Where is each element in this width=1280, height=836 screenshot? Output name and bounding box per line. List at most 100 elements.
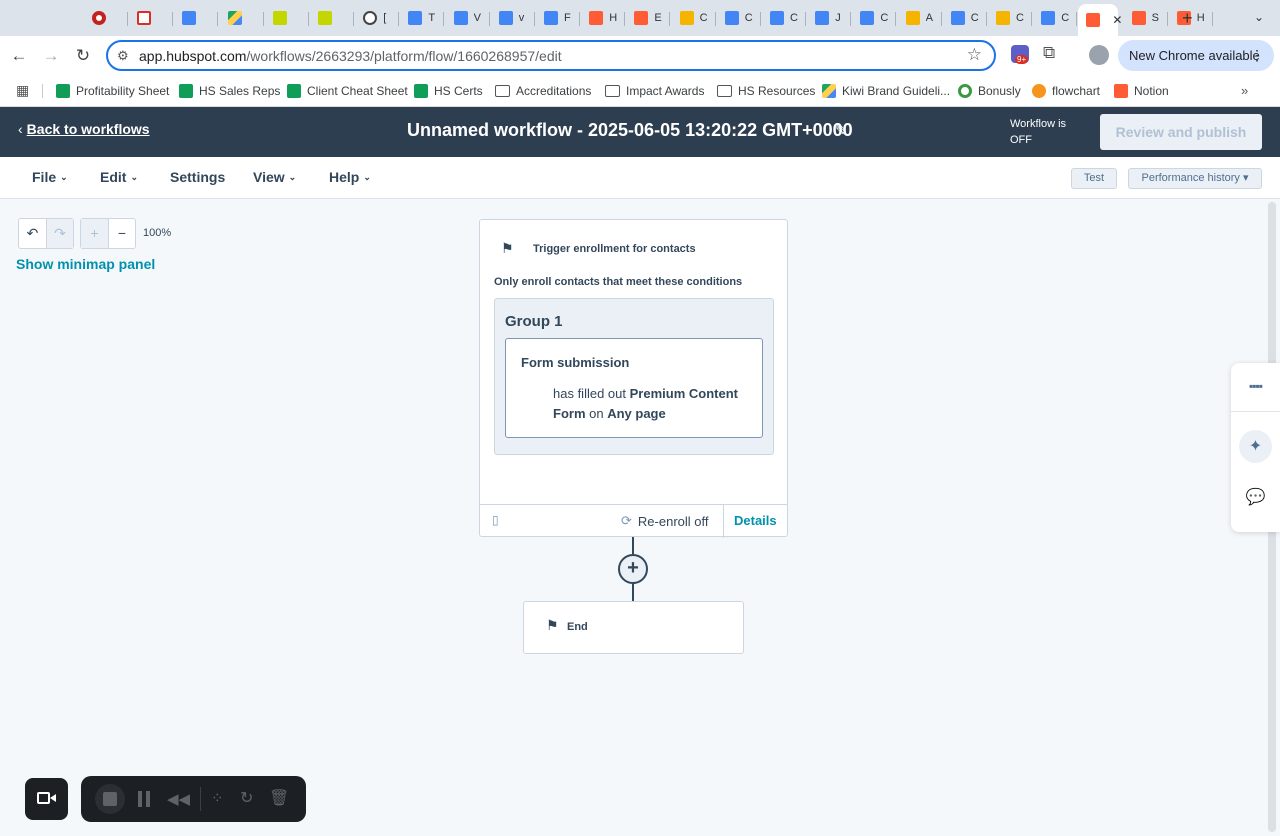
browser-tab[interactable]: S [1124, 6, 1168, 30]
menu-settings[interactable]: Settings [170, 169, 225, 185]
review-and-publish-button[interactable]: Review and publish [1100, 114, 1262, 150]
browser-tab[interactable]: v [491, 6, 535, 30]
rewind-icon[interactable]: ◀◀ [167, 790, 190, 808]
details-link[interactable]: Details [734, 513, 777, 528]
browser-tab[interactable]: F [536, 6, 580, 30]
zoom-in-icon[interactable]: + [81, 219, 108, 248]
undo-icon[interactable]: ↶ [19, 219, 46, 248]
browser-tab[interactable]: C [943, 6, 987, 30]
browser-tab-strip: [T Vv F H E C C C J C A C C C U✕ S H + ⌄ [0, 0, 1280, 36]
menu-file[interactable]: File ⌄ [32, 169, 68, 185]
sheets-icon [287, 84, 301, 98]
slides-icon [905, 11, 920, 25]
stop-button[interactable] [95, 784, 125, 814]
browser-tab[interactable]: V [446, 6, 490, 30]
back-to-workflows-link[interactable]: ‹ Back to workflows [18, 121, 150, 137]
trash-icon[interactable]: 🗑 [269, 788, 289, 808]
menu-help[interactable]: Help ⌄ [329, 169, 371, 185]
browser-tab[interactable]: C [988, 6, 1032, 30]
tab-separator [1166, 12, 1168, 26]
browser-tab[interactable]: H [581, 6, 626, 30]
browser-tab[interactable] [129, 6, 174, 30]
condition-group[interactable]: Group 1 Form submission has filled out P… [494, 298, 774, 455]
camera-toggle-button[interactable] [25, 778, 68, 820]
sparkle-icon[interactable]: ✦ [1239, 430, 1272, 463]
new-tab-button[interactable]: + [1182, 8, 1193, 29]
browser-tab[interactable] [310, 6, 354, 30]
docs-icon [860, 11, 875, 25]
bookmark-item[interactable]: Client Cheat Sheet [287, 81, 408, 101]
bookmark-item[interactable]: HS Resources [717, 81, 815, 101]
address-bar[interactable]: ⚙ app.hubspot.com/workflows/2663293/plat… [106, 40, 996, 71]
browser-tab[interactable] [265, 6, 309, 30]
chevron-down-icon: ⌄ [130, 171, 138, 182]
pencil-icon[interactable]: ✎ [835, 121, 848, 141]
restart-icon[interactable]: ↻ [240, 788, 253, 808]
reenroll-status[interactable]: ⟳ Re-enroll off [621, 513, 708, 529]
browser-tab[interactable]: A [898, 6, 942, 30]
browser-tab[interactable]: C [762, 6, 806, 30]
close-tab-icon[interactable]: ✕ [1112, 13, 1122, 27]
folder-icon [605, 85, 620, 97]
tab-search-button[interactable]: ⌄ [1254, 10, 1264, 24]
more-bookmarks-icon[interactable]: » [1241, 83, 1248, 98]
chrome-update-button[interactable]: New Chrome available ⋮ [1118, 40, 1274, 71]
browser-tab[interactable] [220, 6, 264, 30]
extension-icon[interactable]: 9+ [1011, 45, 1029, 64]
back-arrow-icon[interactable]: ← [7, 44, 31, 68]
extensions-puzzle-icon[interactable]: ⧉ [1043, 43, 1055, 63]
browser-tab[interactable]: C [672, 6, 716, 30]
zoom-out-icon[interactable]: − [108, 219, 135, 248]
menu-edit[interactable]: Edit ⌄ [100, 169, 138, 185]
tab-title: H [1196, 12, 1205, 24]
bookmark-star-icon[interactable]: ☆ [967, 45, 982, 65]
trigger-card[interactable]: ⚑ Trigger enrollment for contacts Only e… [479, 219, 788, 538]
browser-tab[interactable] [84, 6, 128, 30]
bookmark-item[interactable]: Accreditations [495, 81, 591, 101]
add-action-button[interactable]: + [618, 554, 648, 584]
browser-tab[interactable]: C [717, 6, 761, 30]
menu-view[interactable]: View ⌄ [253, 169, 296, 185]
browser-tab[interactable]: U✕ [1078, 4, 1122, 36]
test-button[interactable]: Test [1071, 168, 1117, 189]
profile-avatar[interactable] [1089, 45, 1109, 65]
bookmark-item[interactable]: HS Sales Reps [179, 81, 280, 101]
apps-grid-icon[interactable]: ▦ [16, 82, 29, 99]
browser-tab[interactable]: C [1033, 6, 1078, 30]
tab-separator [759, 12, 761, 26]
browser-tab[interactable]: [ [355, 6, 400, 30]
browser-tab[interactable]: J [807, 6, 852, 30]
pause-icon[interactable] [138, 791, 150, 807]
browser-tab[interactable] [174, 6, 219, 30]
browser-tab[interactable]: T [400, 6, 445, 30]
menu-file-label: File [32, 169, 57, 185]
show-minimap-link[interactable]: Show minimap panel [16, 256, 155, 272]
clipboard-icon[interactable]: ▯ [492, 513, 499, 527]
browser-tab[interactable]: C [852, 6, 897, 30]
bookmark-item[interactable]: Kiwi Brand Guideli... [822, 81, 950, 101]
forward-arrow-icon[interactable]: → [39, 44, 63, 68]
draw-grid-icon[interactable]: ⁘ [211, 789, 224, 807]
site-info-icon[interactable]: ⚙ [117, 48, 129, 64]
redo-icon[interactable]: ↷ [46, 219, 73, 248]
menu-edit-label: Edit [100, 169, 127, 185]
condition-filter[interactable]: Form submission has filled out Premium C… [505, 338, 763, 438]
bookmark-item[interactable]: flowchart [1032, 81, 1100, 101]
bookmark-item[interactable]: HS Certs [414, 81, 483, 101]
chevron-down-icon: ⌄ [363, 171, 371, 182]
keypad-icon[interactable]: ▪▪▪▪ [1231, 379, 1280, 393]
bookmark-item[interactable]: Profitability Sheet [56, 81, 169, 101]
end-card[interactable]: ⚑ End [523, 601, 744, 654]
sheets-yellow-icon [272, 11, 287, 25]
chat-icon[interactable]: 💬 [1231, 487, 1280, 507]
browser-tab[interactable]: E [626, 6, 671, 30]
docs-icon [770, 11, 784, 25]
workflow-title[interactable]: Unnamed workflow - 2025-06-05 13:20:22 G… [407, 120, 853, 141]
performance-history-button[interactable]: Performance history ▾ [1128, 168, 1262, 189]
bookmark-item[interactable]: Notion [1114, 81, 1169, 101]
address-url[interactable]: app.hubspot.com/workflows/2663293/platfo… [139, 48, 562, 64]
bookmark-item[interactable]: Impact Awards [605, 81, 704, 101]
bookmark-item[interactable]: Bonusly [958, 81, 1021, 101]
more-menu-icon[interactable]: ⋮ [1250, 40, 1264, 71]
reload-icon[interactable]: ↻ [71, 44, 95, 68]
